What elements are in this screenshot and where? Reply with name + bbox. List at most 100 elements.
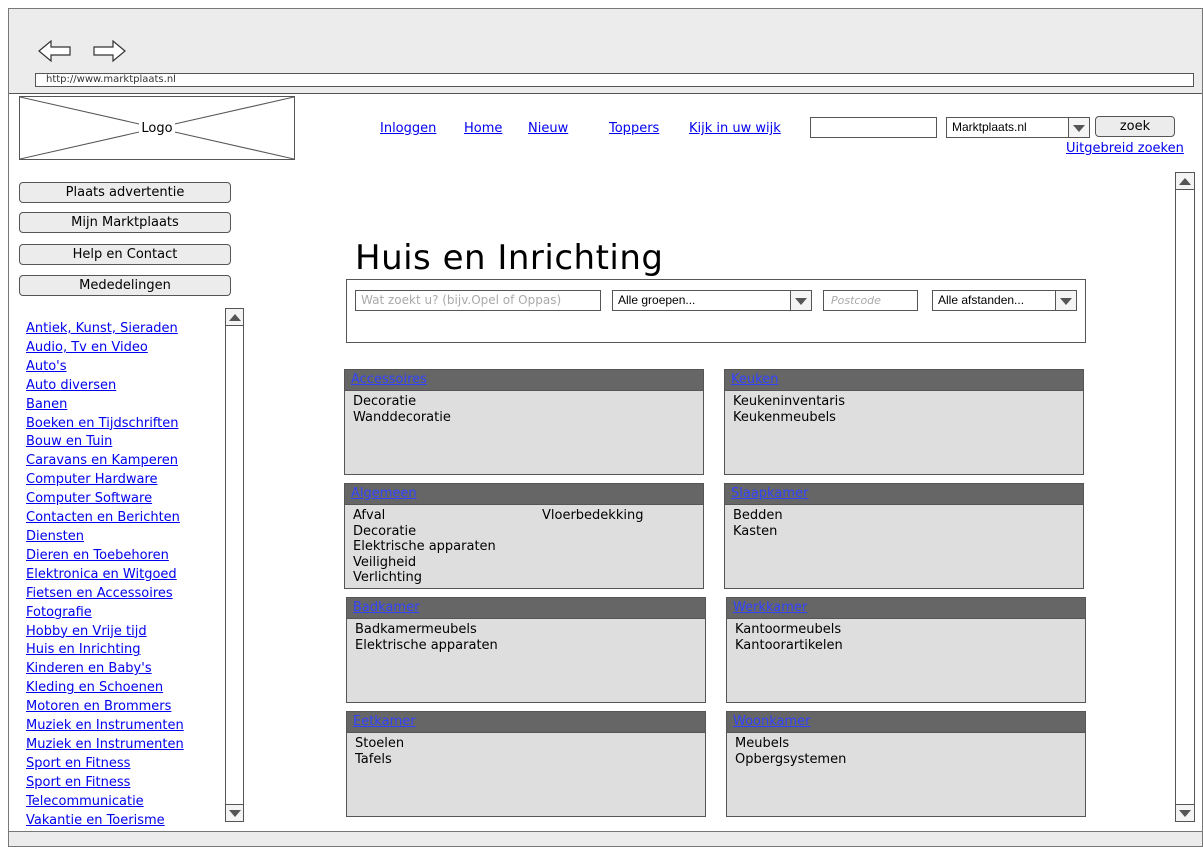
site-select-value: Marktplaats.nl [952, 120, 1027, 134]
subcategory-item[interactable]: Bedden [733, 508, 783, 524]
category-link[interactable]: Banen [26, 396, 184, 415]
site-select[interactable]: Marktplaats.nl [946, 117, 1090, 138]
arrow-right-icon[interactable] [91, 39, 127, 63]
scroll-up-icon[interactable] [226, 309, 243, 326]
nav-toppers[interactable]: Toppers [609, 121, 659, 136]
panel-title-link[interactable]: Badkamer [353, 600, 419, 615]
subcategory-item[interactable]: Kantoormeubels [735, 622, 843, 638]
subcategory-item[interactable]: Verlichting [353, 570, 496, 586]
category-link[interactable]: Dieren en Toebehoren [26, 547, 184, 566]
subcategory-item[interactable]: Tafels [355, 752, 404, 768]
header-search-input[interactable] [810, 117, 937, 138]
category-link[interactable]: Computer Hardware [26, 471, 184, 490]
subcategory-panel: Woonkamer Meubels Opbergsystemen [726, 711, 1086, 817]
category-link[interactable]: Computer Software [26, 490, 184, 509]
subcategory-item[interactable]: Keukenmeubels [733, 410, 845, 426]
panel-header: Accessoires [345, 370, 703, 391]
panel-items: Bedden Kasten [733, 508, 783, 539]
category-link[interactable]: Boeken en Tijdschriften [26, 415, 184, 434]
nav-inloggen[interactable]: Inloggen [380, 121, 436, 136]
subcategory-item[interactable]: Kasten [733, 524, 783, 540]
advanced-search-link[interactable]: Uitgebreid zoeken [1066, 141, 1184, 156]
subcategory-item[interactable]: Keukeninventaris [733, 394, 845, 410]
category-link[interactable]: Huis en Inrichting [26, 641, 184, 660]
panel-header: Keuken [725, 370, 1083, 391]
category-link[interactable]: Auto diversen [26, 377, 184, 396]
category-link[interactable]: Muziek en Instrumenten [26, 717, 184, 736]
nav-home[interactable]: Home [464, 121, 502, 136]
postcode-input[interactable]: Postcode [823, 290, 918, 311]
category-list: Antiek, Kunst, Sieraden Audio, Tv en Vide… [26, 320, 184, 830]
category-link[interactable]: Fotografie [26, 604, 184, 623]
panel-header: Algemeen [345, 484, 703, 505]
category-link[interactable]: Muziek en Instrumenten [26, 736, 184, 755]
help-contact-button[interactable]: Help en Contact [19, 244, 231, 265]
zoek-button[interactable]: zoek [1095, 116, 1175, 137]
search-input[interactable]: Wat zoekt u? (bijv.Opel of Oppas) [355, 290, 601, 311]
category-link[interactable]: Telecommunicatie [26, 793, 184, 812]
category-link[interactable]: Auto's [26, 358, 184, 377]
category-link[interactable]: Sport en Fitness [26, 755, 184, 774]
panel-title-link[interactable]: Accessoires [351, 372, 427, 387]
arrow-left-icon[interactable] [37, 39, 73, 63]
panel-title-link[interactable]: Keuken [731, 372, 778, 387]
chevron-down-icon[interactable] [1055, 291, 1076, 310]
category-link[interactable]: Elektronica en Witgoed [26, 566, 184, 585]
panel-items-column-2: Vloerbedekking [542, 508, 643, 524]
sidebar-scrollbar[interactable] [225, 308, 244, 822]
subcategory-item[interactable]: Opbergsystemen [735, 752, 846, 768]
subcategory-item[interactable]: Decoratie [353, 524, 496, 540]
panel-title-link[interactable]: Werkkamer [733, 600, 807, 615]
category-link[interactable]: Vakantie en Toerisme [26, 812, 184, 831]
subcategory-panel: Badkamer Badkamermeubels Elektrische appar… [346, 597, 706, 703]
panel-title-link[interactable]: Eetkamer [353, 714, 416, 729]
plaats-advertentie-button[interactable]: Plaats advertentie [19, 182, 231, 203]
subcategory-panel: Accessoires Decoratie Wanddecoratie [344, 369, 704, 475]
category-link[interactable]: Antiek, Kunst, Sieraden [26, 320, 184, 339]
category-link[interactable]: Bouw en Tuin [26, 433, 184, 452]
category-link[interactable]: Audio, Tv en Video [26, 339, 184, 358]
browser-toolbar: http://www.marktplaats.nl [9, 9, 1202, 94]
chevron-down-icon[interactable] [1068, 118, 1089, 137]
subcategory-panel: Algemeen Afval Decoratie Elektrische appara… [344, 483, 704, 589]
subcategory-item[interactable]: Badkamermeubels [355, 622, 498, 638]
nav-kijk-in-uw-wijk[interactable]: Kijk in uw wijk [689, 121, 781, 136]
category-link[interactable]: Hobby en Vrije tijd [26, 623, 184, 642]
subcategory-item[interactable]: Elektrische apparaten [355, 638, 498, 654]
subcategory-item[interactable]: Elektrische apparaten [353, 539, 496, 555]
scroll-up-icon[interactable] [1176, 173, 1194, 190]
scroll-down-icon[interactable] [226, 804, 243, 821]
distance-select[interactable]: Alle afstanden... [932, 290, 1077, 311]
category-link[interactable]: Fietsen en Accessoires [26, 585, 184, 604]
panel-header: Badkamer [347, 598, 705, 619]
panel-title-link[interactable]: Algemeen [351, 486, 417, 501]
category-link[interactable]: Kinderen en Baby's [26, 660, 184, 679]
category-link[interactable]: Motoren en Brommers [26, 698, 184, 717]
category-link[interactable]: Caravans en Kamperen [26, 452, 184, 471]
address-bar[interactable]: http://www.marktplaats.nl [35, 73, 1194, 87]
subcategory-item[interactable]: Stoelen [355, 736, 404, 752]
page-scrollbar[interactable] [1175, 172, 1195, 822]
category-link[interactable]: Contacten en Berichten [26, 509, 184, 528]
category-link[interactable]: Sport en Fitness [26, 774, 184, 793]
subcategory-item[interactable]: Meubels [735, 736, 846, 752]
panel-header: Slaapkamer [725, 484, 1083, 505]
subcategory-item[interactable]: Wanddecoratie [353, 410, 451, 426]
nav-nieuw[interactable]: Nieuw [528, 121, 568, 136]
subcategory-item[interactable]: Veiligheid [353, 555, 496, 571]
category-link[interactable]: Kleding en Schoenen [26, 679, 184, 698]
subcategory-item[interactable]: Afval [353, 508, 496, 524]
chevron-down-icon[interactable] [790, 291, 811, 310]
group-select[interactable]: Alle groepen... [612, 290, 812, 311]
panel-header: Eetkamer [347, 712, 705, 733]
subcategory-item[interactable]: Vloerbedekking [542, 508, 643, 524]
panel-title-link[interactable]: Slaapkamer [731, 486, 808, 501]
subcategory-item[interactable]: Decoratie [353, 394, 451, 410]
mijn-marktplaats-button[interactable]: Mijn Marktplaats [19, 212, 231, 233]
mededelingen-button[interactable]: Mededelingen [19, 275, 231, 296]
category-link[interactable]: Diensten [26, 528, 184, 547]
scroll-down-icon[interactable] [1176, 804, 1194, 821]
panel-title-link[interactable]: Woonkamer [733, 714, 811, 729]
subcategory-item[interactable]: Kantoorartikelen [735, 638, 843, 654]
panel-items: Kantoormeubels Kantoorartikelen [735, 622, 843, 653]
